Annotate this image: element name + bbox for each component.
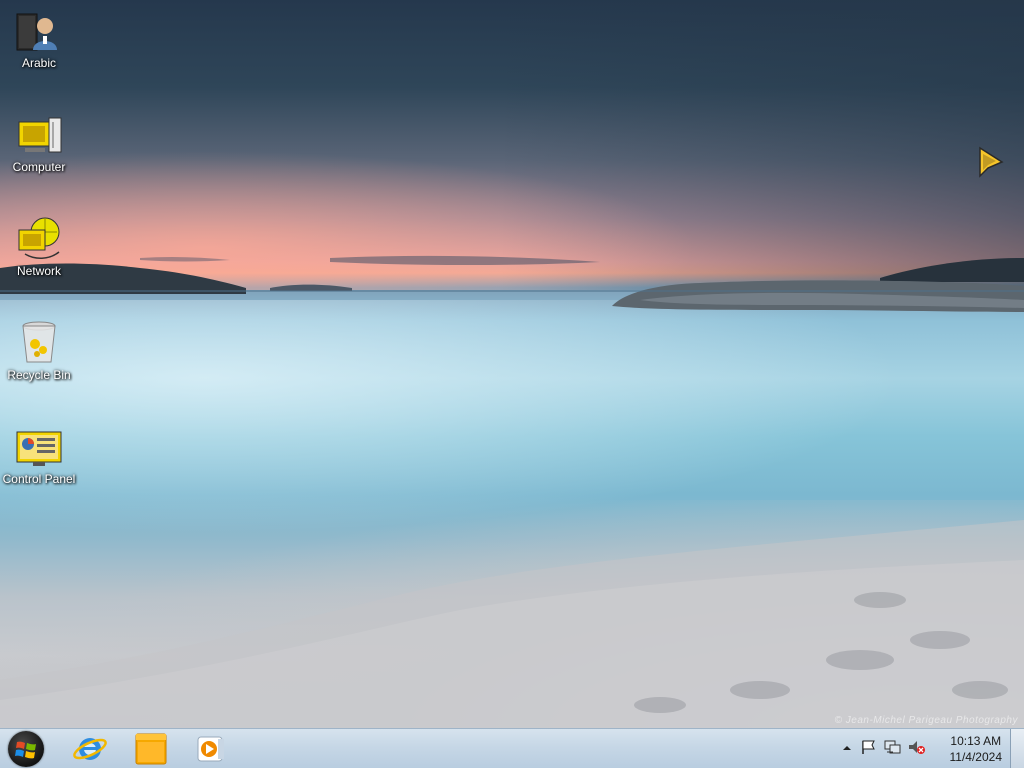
user-folder-icon xyxy=(15,6,63,54)
desktop-icon-label: Control Panel xyxy=(2,472,76,486)
folder-icon xyxy=(135,733,167,765)
desktop-icon-network[interactable]: Network xyxy=(0,208,78,278)
desktop-icon-computer[interactable]: Computer xyxy=(0,104,78,174)
taskbar-media-player[interactable] xyxy=(188,731,232,765)
clock-time: 10:13 AM xyxy=(950,734,1002,748)
show-desktop-button[interactable] xyxy=(1010,729,1024,768)
windows-logo-icon xyxy=(15,741,36,759)
clock-date: 11/4/2024 xyxy=(949,750,1003,764)
mouse-cursor-icon xyxy=(979,146,1004,178)
control-panel-icon xyxy=(15,422,63,470)
taskbar: 10:13 AM 11/4/2024 xyxy=(0,728,1024,768)
recycle-bin-icon xyxy=(15,318,63,366)
taskbar-internet-explorer[interactable] xyxy=(68,731,112,765)
wallpaper-watermark: © Jean-Michel Parigeau Photography xyxy=(834,715,1018,726)
network-status-icon[interactable] xyxy=(884,739,902,755)
wallpaper-landscape xyxy=(0,255,1024,728)
desktop-icon-control-panel[interactable]: Control Panel xyxy=(0,416,78,486)
taskbar-clock[interactable]: 10:13 AM 11/4/2024 xyxy=(950,733,1003,765)
start-button[interactable] xyxy=(8,731,44,767)
desktop-icon-label: Recycle Bin xyxy=(7,368,71,382)
system-tray: 10:13 AM 11/4/2024 xyxy=(834,729,1024,768)
desktop-icon-arabic[interactable]: Arabic xyxy=(0,0,78,70)
desktop-icon-label: Arabic xyxy=(21,56,56,70)
desktop-icon-label: Computer xyxy=(12,160,66,174)
computer-icon xyxy=(15,110,63,158)
desktop-icon-recycle-bin[interactable]: Recycle Bin xyxy=(0,312,78,382)
cloud-streak xyxy=(140,256,230,262)
desktop-icon-label: Network xyxy=(16,264,61,278)
volume-muted-icon[interactable] xyxy=(908,739,926,755)
media-player-icon xyxy=(197,736,224,762)
show-hidden-icons-chevron-icon[interactable] xyxy=(842,743,852,753)
network-icon xyxy=(15,214,63,262)
action-center-flag-icon[interactable] xyxy=(860,739,876,755)
right-hill xyxy=(880,258,1024,282)
cloud-streak xyxy=(330,255,600,265)
internet-explorer-icon xyxy=(73,738,107,760)
taskbar-windows-explorer[interactable] xyxy=(128,731,172,765)
desktop[interactable]: © Jean-Michel Parigeau Photography Arabi… xyxy=(0,0,1024,728)
